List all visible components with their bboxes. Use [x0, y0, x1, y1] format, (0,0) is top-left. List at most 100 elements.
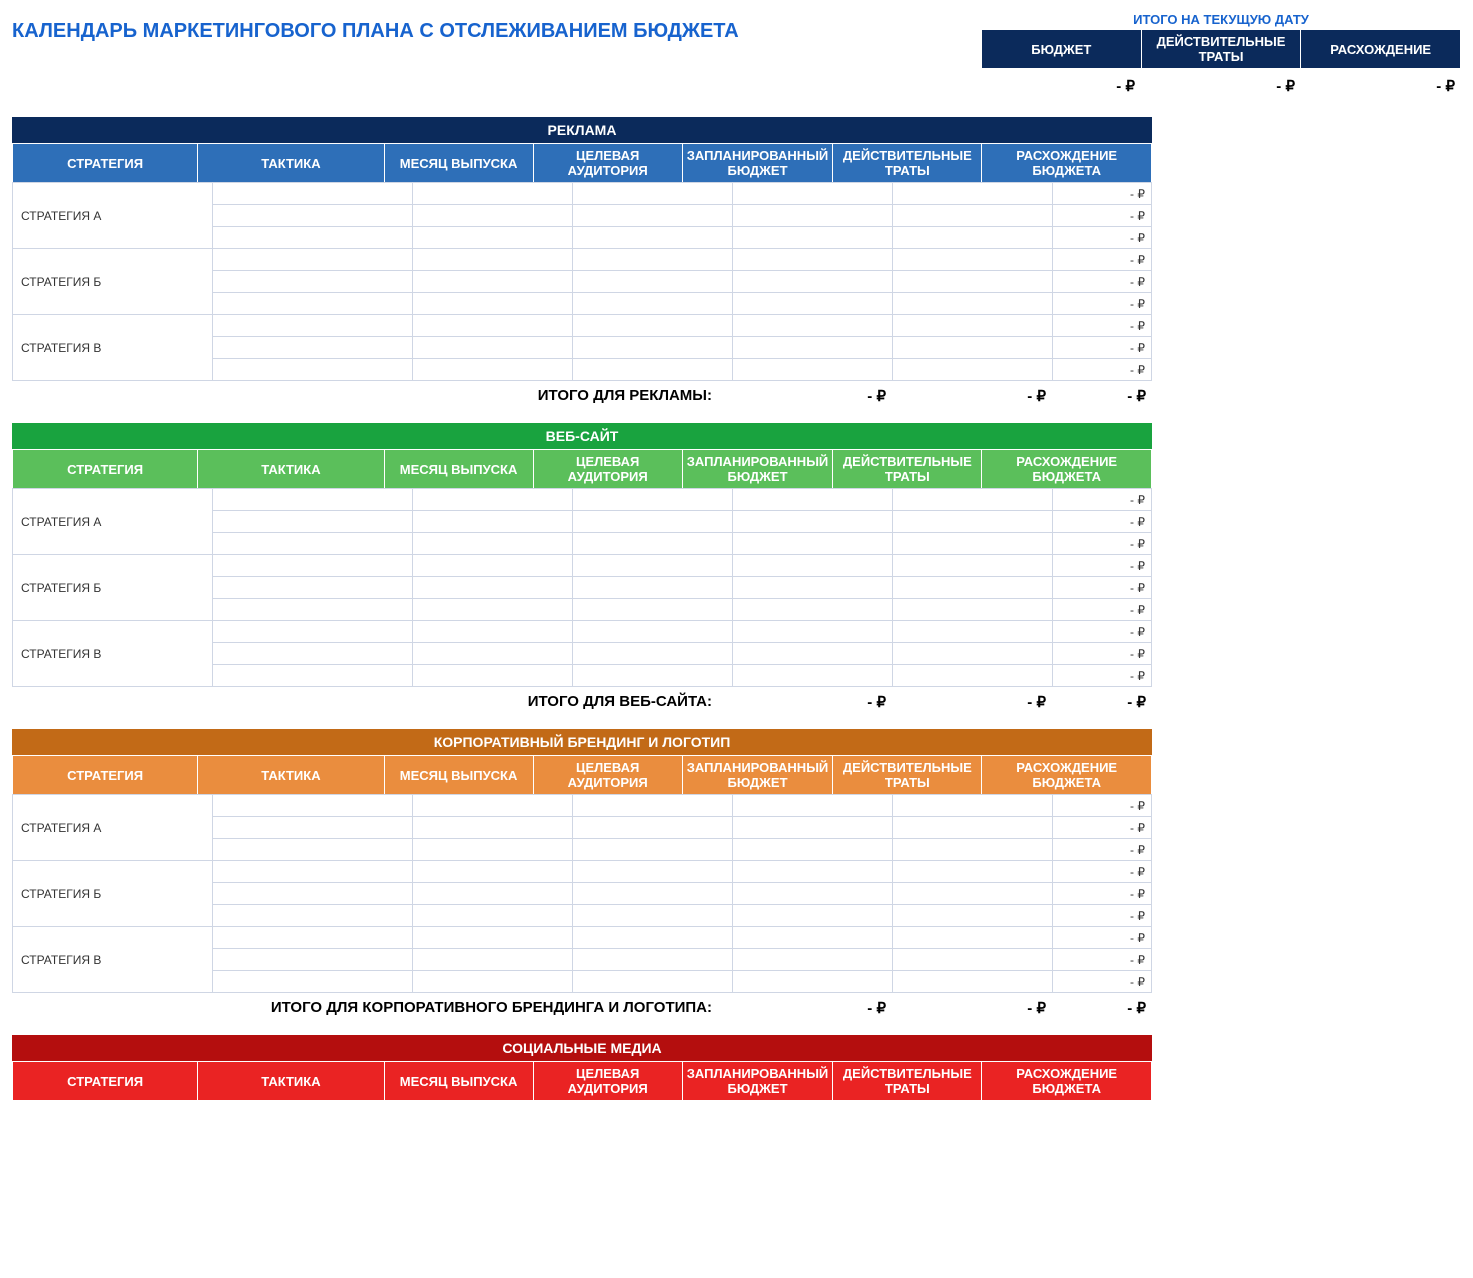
- month-cell[interactable]: [413, 927, 573, 949]
- act-cell[interactable]: [893, 927, 1053, 949]
- aud-cell[interactable]: [573, 533, 733, 555]
- aud-cell[interactable]: [573, 511, 733, 533]
- variance-cell[interactable]: - ₽: [1053, 337, 1152, 359]
- aud-cell[interactable]: [573, 577, 733, 599]
- month-cell[interactable]: [413, 577, 573, 599]
- variance-cell[interactable]: - ₽: [1053, 271, 1152, 293]
- variance-cell[interactable]: - ₽: [1053, 227, 1152, 249]
- month-cell[interactable]: [413, 511, 573, 533]
- month-cell[interactable]: [413, 621, 573, 643]
- aud-cell[interactable]: [573, 271, 733, 293]
- variance-cell[interactable]: - ₽: [1053, 577, 1152, 599]
- act-cell[interactable]: [893, 511, 1053, 533]
- month-cell[interactable]: [413, 533, 573, 555]
- act-cell[interactable]: [893, 183, 1053, 205]
- aud-cell[interactable]: [573, 643, 733, 665]
- act-cell[interactable]: [893, 271, 1053, 293]
- tact-cell[interactable]: [213, 227, 413, 249]
- variance-cell[interactable]: - ₽: [1053, 599, 1152, 621]
- aud-cell[interactable]: [573, 665, 733, 687]
- tact-cell[interactable]: [213, 555, 413, 577]
- bud-cell[interactable]: [733, 795, 893, 817]
- act-cell[interactable]: [893, 971, 1053, 993]
- month-cell[interactable]: [413, 205, 573, 227]
- month-cell[interactable]: [413, 795, 573, 817]
- aud-cell[interactable]: [573, 249, 733, 271]
- act-cell[interactable]: [893, 205, 1053, 227]
- act-cell[interactable]: [893, 905, 1053, 927]
- aud-cell[interactable]: [573, 861, 733, 883]
- strategy-cell[interactable]: СТРАТЕГИЯ В: [13, 315, 213, 381]
- variance-cell[interactable]: - ₽: [1053, 315, 1152, 337]
- act-cell[interactable]: [893, 315, 1053, 337]
- variance-cell[interactable]: - ₽: [1053, 883, 1152, 905]
- month-cell[interactable]: [413, 949, 573, 971]
- tact-cell[interactable]: [213, 665, 413, 687]
- tact-cell[interactable]: [213, 599, 413, 621]
- variance-cell[interactable]: - ₽: [1053, 621, 1152, 643]
- bud-cell[interactable]: [733, 817, 893, 839]
- aud-cell[interactable]: [573, 315, 733, 337]
- month-cell[interactable]: [413, 861, 573, 883]
- tact-cell[interactable]: [213, 511, 413, 533]
- bud-cell[interactable]: [733, 905, 893, 927]
- act-cell[interactable]: [893, 665, 1053, 687]
- bud-cell[interactable]: [733, 643, 893, 665]
- variance-cell[interactable]: - ₽: [1053, 971, 1152, 993]
- aud-cell[interactable]: [573, 205, 733, 227]
- month-cell[interactable]: [413, 359, 573, 381]
- act-cell[interactable]: [893, 293, 1053, 315]
- aud-cell[interactable]: [573, 337, 733, 359]
- month-cell[interactable]: [413, 883, 573, 905]
- month-cell[interactable]: [413, 249, 573, 271]
- variance-cell[interactable]: - ₽: [1053, 489, 1152, 511]
- act-cell[interactable]: [893, 795, 1053, 817]
- variance-cell[interactable]: - ₽: [1053, 249, 1152, 271]
- month-cell[interactable]: [413, 271, 573, 293]
- act-cell[interactable]: [893, 643, 1053, 665]
- aud-cell[interactable]: [573, 183, 733, 205]
- aud-cell[interactable]: [573, 839, 733, 861]
- bud-cell[interactable]: [733, 337, 893, 359]
- strategy-cell[interactable]: СТРАТЕГИЯ А: [13, 795, 213, 861]
- variance-cell[interactable]: - ₽: [1053, 905, 1152, 927]
- bud-cell[interactable]: [733, 555, 893, 577]
- variance-cell[interactable]: - ₽: [1053, 555, 1152, 577]
- tact-cell[interactable]: [213, 905, 413, 927]
- bud-cell[interactable]: [733, 665, 893, 687]
- bud-cell[interactable]: [733, 293, 893, 315]
- month-cell[interactable]: [413, 555, 573, 577]
- variance-cell[interactable]: - ₽: [1053, 533, 1152, 555]
- aud-cell[interactable]: [573, 905, 733, 927]
- tact-cell[interactable]: [213, 359, 413, 381]
- month-cell[interactable]: [413, 665, 573, 687]
- month-cell[interactable]: [413, 839, 573, 861]
- variance-cell[interactable]: - ₽: [1053, 817, 1152, 839]
- tact-cell[interactable]: [213, 183, 413, 205]
- variance-cell[interactable]: - ₽: [1053, 665, 1152, 687]
- bud-cell[interactable]: [733, 949, 893, 971]
- variance-cell[interactable]: - ₽: [1053, 839, 1152, 861]
- bud-cell[interactable]: [733, 511, 893, 533]
- tact-cell[interactable]: [213, 249, 413, 271]
- strategy-cell[interactable]: СТРАТЕГИЯ Б: [13, 555, 213, 621]
- strategy-cell[interactable]: СТРАТЕГИЯ А: [13, 183, 213, 249]
- aud-cell[interactable]: [573, 817, 733, 839]
- month-cell[interactable]: [413, 183, 573, 205]
- aud-cell[interactable]: [573, 227, 733, 249]
- bud-cell[interactable]: [733, 971, 893, 993]
- tact-cell[interactable]: [213, 643, 413, 665]
- act-cell[interactable]: [893, 337, 1053, 359]
- month-cell[interactable]: [413, 643, 573, 665]
- month-cell[interactable]: [413, 337, 573, 359]
- tact-cell[interactable]: [213, 817, 413, 839]
- bud-cell[interactable]: [733, 489, 893, 511]
- tact-cell[interactable]: [213, 861, 413, 883]
- act-cell[interactable]: [893, 621, 1053, 643]
- month-cell[interactable]: [413, 599, 573, 621]
- variance-cell[interactable]: - ₽: [1053, 183, 1152, 205]
- aud-cell[interactable]: [573, 883, 733, 905]
- strategy-cell[interactable]: СТРАТЕГИЯ А: [13, 489, 213, 555]
- act-cell[interactable]: [893, 861, 1053, 883]
- tact-cell[interactable]: [213, 489, 413, 511]
